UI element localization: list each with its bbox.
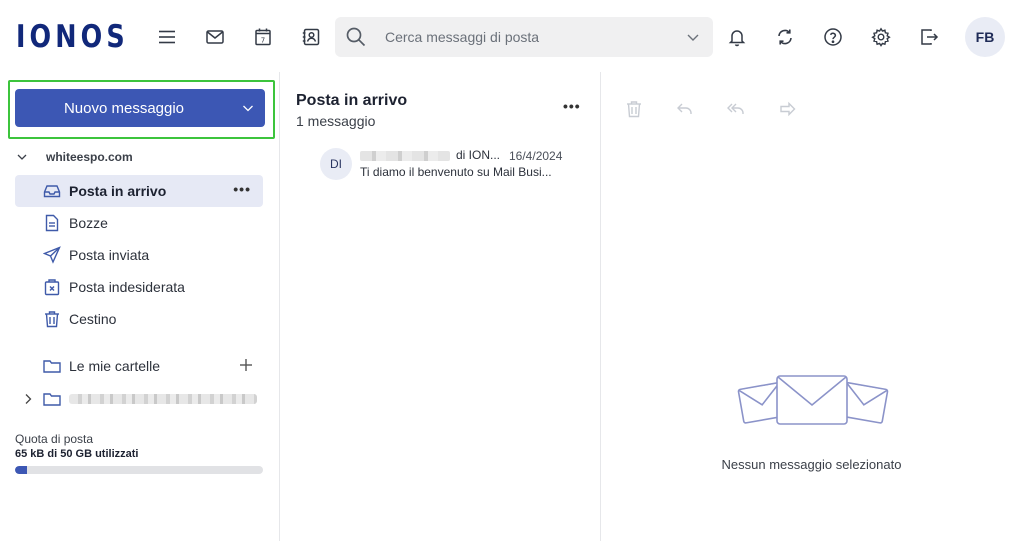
message-subject: Ti diamo il benvenuto su Mail Busi...: [360, 165, 552, 179]
account-header[interactable]: whiteespo.com: [16, 150, 133, 164]
search-icon: [345, 26, 367, 48]
message-count: 1 messaggio: [296, 113, 376, 129]
bell-icon[interactable]: [722, 22, 752, 52]
search-box[interactable]: [335, 17, 713, 57]
add-folder-icon[interactable]: [237, 356, 255, 374]
sidebar-item-label: Posta inviata: [69, 247, 150, 263]
message-row[interactable]: DI di ION... 16/4/2024 Ti diamo il benve…: [288, 144, 588, 186]
quota-progress-bar: [15, 466, 263, 474]
chevron-down-icon[interactable]: [685, 29, 701, 45]
message-list: Posta in arrivo 1 messaggio ••• DI di IO…: [280, 72, 600, 541]
sidebar-item-drafts[interactable]: Bozze: [15, 207, 263, 239]
delete-icon[interactable]: [623, 98, 645, 120]
sidebar-item-inbox[interactable]: Posta in arrivo •••: [15, 175, 263, 207]
quota-progress-fill: [15, 466, 28, 474]
reply-all-icon[interactable]: [725, 98, 747, 120]
message-date: 16/4/2024: [509, 149, 563, 163]
draft-icon: [42, 213, 62, 233]
chevron-down-icon[interactable]: [241, 101, 255, 115]
list-title: Posta in arrivo: [296, 92, 408, 109]
redacted-sender: [360, 151, 450, 161]
empty-envelopes-icon: [737, 375, 889, 425]
forward-icon[interactable]: [777, 98, 799, 120]
search-input[interactable]: [385, 29, 675, 45]
sidebar-item-trash[interactable]: Cestino: [15, 303, 263, 335]
new-message-label: Nuovo messaggio: [63, 99, 185, 117]
message-sender: di ION...: [456, 148, 501, 162]
user-avatar[interactable]: FB: [965, 17, 1005, 57]
quota-value: 65 kB di 50 GB utilizzati: [15, 448, 139, 460]
sidebar-item-sent[interactable]: Posta inviata: [15, 239, 263, 271]
top-bar: IONOS 7 FB: [0, 0, 1022, 72]
more-options-icon[interactable]: •••: [233, 181, 251, 197]
more-options-icon[interactable]: •••: [563, 98, 581, 114]
sidebar-item-label: Posta in arrivo: [69, 183, 167, 199]
sidebar-item-label: Cestino: [69, 311, 117, 327]
sidebar-item-spam[interactable]: Posta indesiderata: [15, 271, 263, 303]
quota-label: Quota di posta: [15, 432, 94, 446]
sidebar-item-label: Posta indesiderata: [69, 279, 185, 295]
folder-icon: [42, 356, 62, 376]
calendar-icon[interactable]: 7: [248, 22, 278, 52]
menu-icon[interactable]: [152, 22, 182, 52]
chevron-right-icon[interactable]: [21, 392, 35, 406]
spam-icon: [42, 277, 62, 297]
custom-folder-item[interactable]: [15, 386, 263, 412]
sync-icon[interactable]: [770, 22, 800, 52]
gear-icon[interactable]: [866, 22, 896, 52]
inbox-icon: [42, 181, 62, 201]
new-message-button[interactable]: Nuovo messaggio: [15, 89, 265, 127]
reading-pane: Nessun messaggio selezionato: [601, 72, 1022, 541]
mail-icon[interactable]: [200, 22, 230, 52]
help-icon[interactable]: [818, 22, 848, 52]
redacted-folder-name: [69, 394, 257, 404]
logout-icon[interactable]: [914, 22, 944, 52]
trash-icon: [42, 309, 62, 329]
my-folders-header[interactable]: Le mie cartelle: [15, 354, 263, 378]
ionos-logo[interactable]: IONOS: [16, 19, 129, 55]
new-message-highlight: Nuovo messaggio: [8, 80, 275, 139]
empty-state-text: Nessun messaggio selezionato: [721, 457, 902, 472]
reply-icon[interactable]: [674, 98, 696, 120]
sent-icon: [42, 245, 62, 265]
my-folders-label: Le mie cartelle: [69, 358, 161, 374]
svg-text:7: 7: [261, 37, 265, 45]
sidebar: Nuovo messaggio whiteespo.com Posta in a…: [0, 72, 279, 541]
sidebar-item-label: Bozze: [69, 215, 108, 231]
contacts-icon[interactable]: [296, 22, 326, 52]
account-name: whiteespo.com: [46, 150, 133, 164]
chevron-down-icon: [17, 154, 27, 160]
folder-icon: [42, 389, 62, 409]
sender-avatar: DI: [320, 148, 352, 180]
